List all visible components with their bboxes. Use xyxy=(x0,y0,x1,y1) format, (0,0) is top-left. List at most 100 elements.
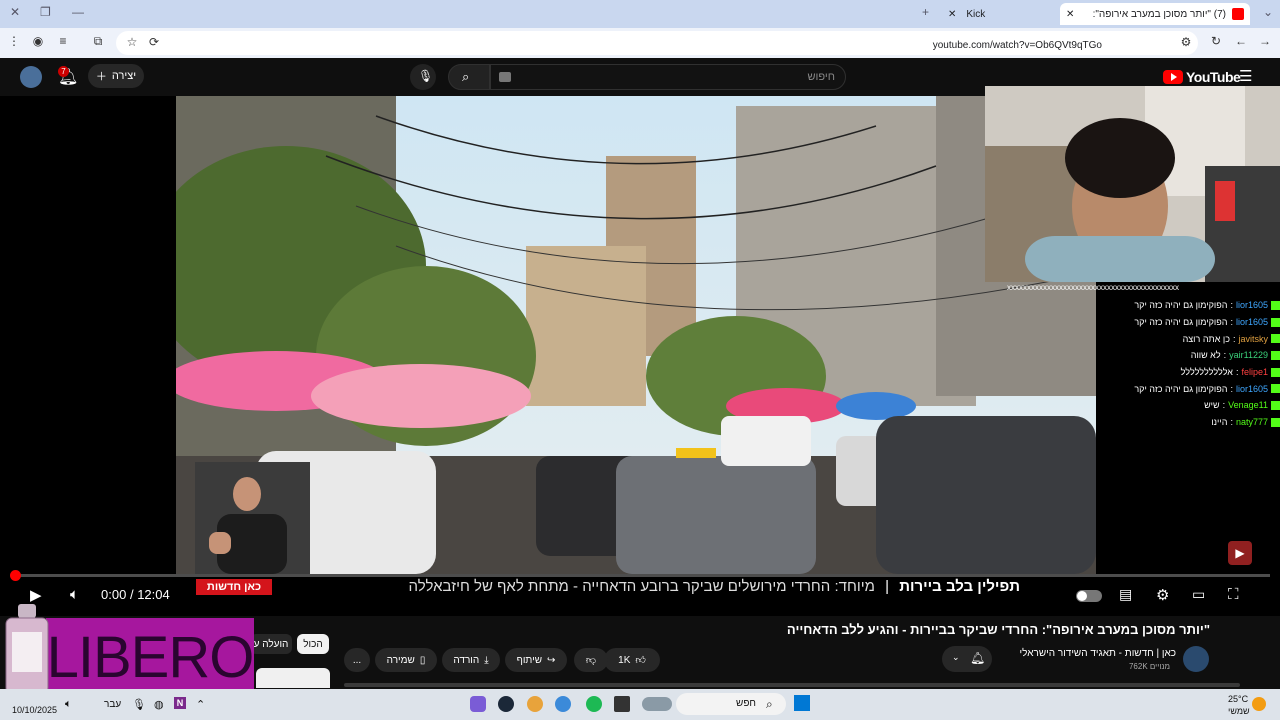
kick-badge-icon xyxy=(1271,400,1280,410)
chat-username: lior1605 xyxy=(1235,383,1268,394)
chat-message: felipe1: אלללללללללל xyxy=(1007,364,1280,381)
create-label: יצירה xyxy=(111,70,137,82)
youtube-favicon-icon xyxy=(1232,8,1244,20)
fullscreen-icon[interactable]: ⛶ xyxy=(1228,586,1239,603)
save-label: שמירה xyxy=(386,654,415,666)
streamer-webcam xyxy=(985,86,1280,282)
tab-youtube-active[interactable]: (7) "יותר מסוכן במערב אירופה": ✕ xyxy=(1060,3,1250,25)
autoplay-toggle[interactable] xyxy=(1076,590,1102,602)
theater-mode-icon[interactable]: ▭ xyxy=(1192,586,1205,603)
forward-icon[interactable]: → xyxy=(1257,34,1273,48)
minimize-window-icon[interactable]: — xyxy=(72,5,84,19)
profile-icon[interactable]: ◉ xyxy=(30,34,46,48)
search-icon: ⌕ xyxy=(462,69,470,84)
youtube-logo-text: YouTube xyxy=(1186,69,1241,85)
chrome-icon[interactable] xyxy=(555,696,571,712)
channel-avatar[interactable] xyxy=(1183,646,1209,672)
video-frame[interactable] xyxy=(176,96,1096,574)
app-icon[interactable] xyxy=(527,696,543,712)
chevron-up-icon[interactable]: ⌃ xyxy=(196,698,205,711)
more-actions-button[interactable]: ... xyxy=(344,648,370,672)
language-indicator[interactable]: עבר xyxy=(104,699,121,710)
time-separator: / xyxy=(129,587,134,602)
back-icon[interactable]: ← xyxy=(1233,34,1249,48)
discord-icon[interactable] xyxy=(470,696,486,712)
reload-icon[interactable]: ↻ xyxy=(1208,34,1224,48)
news-channel-tag: כאן חדשות xyxy=(196,579,272,595)
search-input[interactable]: חיפוש xyxy=(490,64,846,90)
chip-uploaded-by[interactable]: הועלה ע xyxy=(250,634,292,654)
microphone-tray-icon[interactable]: 🎙︎ xyxy=(132,698,146,711)
chip-all[interactable]: הכול xyxy=(297,634,329,654)
branding-watermark-icon[interactable]: ▶ xyxy=(1228,541,1252,565)
perfume-bottle-image xyxy=(4,604,50,696)
progress-bar[interactable] xyxy=(14,574,1270,577)
search-highlight-icon[interactable] xyxy=(642,697,672,711)
chat-colon: : xyxy=(1232,333,1236,344)
weather-description: שמשי xyxy=(1228,706,1250,716)
kick-badge-icon xyxy=(1271,334,1280,344)
channel-name[interactable]: כאן | חדשות - תאגיד השידור הישראלי xyxy=(1020,648,1176,659)
tab-kick[interactable]: ✕ Kick xyxy=(940,3,1070,25)
subscribed-bell-button[interactable]: ⌄ 🔔︎ xyxy=(942,646,992,672)
progress-scrubber-knob[interactable] xyxy=(10,570,21,581)
subtitles-icon[interactable]: ▤ xyxy=(1119,586,1132,603)
close-window-icon[interactable]: ✕ xyxy=(10,5,20,19)
chat-banner: xxxxxxxxxxxxxxxxxxxxxxxxxxxxxxxxxxxxxxxx… xyxy=(1007,283,1179,292)
tab-kick-label: Kick xyxy=(966,8,986,20)
spotify-icon[interactable] xyxy=(586,696,602,712)
cast-icon[interactable]: ⟳ xyxy=(146,35,162,49)
close-tab-icon[interactable]: ✕ xyxy=(1066,9,1074,20)
create-button[interactable]: ＋ יצירה xyxy=(88,64,144,88)
chat-colon: : xyxy=(1230,383,1233,394)
taskbar-search-icon: ⌕ xyxy=(766,697,773,711)
address-bar[interactable]: ☆ ⟳ youtube.com/watch?v=Ob6QVt9qTGo ⚙ xyxy=(116,31,1198,55)
recommended-thumbnail[interactable] xyxy=(256,668,330,688)
settings-gear-icon[interactable]: ⚙ xyxy=(1156,586,1169,604)
like-button[interactable]: 👍︎ 1K xyxy=(604,648,660,672)
save-button[interactable]: ▯ שמירה xyxy=(375,648,437,672)
share-button[interactable]: ↪ שיתוף xyxy=(505,648,567,672)
chat-username: lior1605 xyxy=(1235,300,1268,311)
chat-message: lior1605: הפוקימון גם יהיה כזה יקר xyxy=(1007,380,1280,397)
chat-colon: : xyxy=(1223,350,1227,361)
search-button[interactable]: ⌕ xyxy=(448,64,490,90)
volume-icon[interactable]: 🔈︎ xyxy=(70,586,79,603)
close-tab-icon[interactable]: ✕ xyxy=(948,9,956,20)
taskbar-search[interactable]: ⌕ חפש xyxy=(676,693,786,715)
webcam-image xyxy=(985,86,1280,282)
menu-dots-icon[interactable]: ⋮ xyxy=(6,34,22,48)
file-explorer-icon[interactable] xyxy=(614,696,630,712)
hamburger-menu-icon[interactable]: ☰ xyxy=(1239,67,1252,85)
youtube-logo[interactable]: YouTube xyxy=(1163,69,1241,85)
voice-search-button[interactable]: 🎙︎ xyxy=(410,64,436,90)
download-button[interactable]: ⤓ הורדה xyxy=(442,648,500,672)
reading-list-icon[interactable]: ≡ xyxy=(55,34,71,48)
bookmark-star-icon[interactable]: ☆ xyxy=(124,35,140,49)
chat-text: אלללללללללל xyxy=(1180,367,1233,378)
keyboard-icon[interactable] xyxy=(499,72,511,82)
taskbar-search-placeholder: חפש xyxy=(736,698,756,709)
kick-badge-icon xyxy=(1271,384,1280,394)
video-scene-image xyxy=(176,96,1096,574)
steam-icon[interactable] xyxy=(498,696,514,712)
site-info-icon[interactable]: ⚙ xyxy=(1178,35,1194,49)
dislike-button[interactable]: 👎︎ xyxy=(574,648,608,672)
speaker-icon[interactable]: 🔈︎ xyxy=(65,698,72,711)
account-avatar[interactable] xyxy=(20,66,42,88)
weather-sun-icon[interactable] xyxy=(1252,697,1266,711)
tab-search-icon[interactable]: ⌄ xyxy=(1263,5,1273,19)
onenote-icon[interactable]: N xyxy=(174,697,186,709)
chat-text: הפוקימון גם יהיה כזה יקר xyxy=(1134,317,1228,328)
windows-taskbar: 10/10/2025 🔈︎ עבר 🎙︎ ◍ N ⌃ ⌕ חפש 25°C שמ… xyxy=(0,689,1280,720)
video-title: "יותר מסוכן במערב אירופה": החרדי שביקר ב… xyxy=(786,622,1210,637)
save-icon: ▯ xyxy=(419,654,426,666)
play-icon[interactable]: ▶ xyxy=(30,586,42,604)
windows-start-icon[interactable] xyxy=(794,695,810,711)
kick-badge-icon xyxy=(1271,350,1280,360)
extensions-icon[interactable]: ⧉ xyxy=(90,34,106,49)
network-icon[interactable]: ◍ xyxy=(154,698,164,711)
restore-window-icon[interactable]: ❐ xyxy=(40,5,51,19)
chat-message: Venage11: שיש xyxy=(1007,397,1280,414)
new-tab-icon[interactable]: + xyxy=(922,5,929,19)
